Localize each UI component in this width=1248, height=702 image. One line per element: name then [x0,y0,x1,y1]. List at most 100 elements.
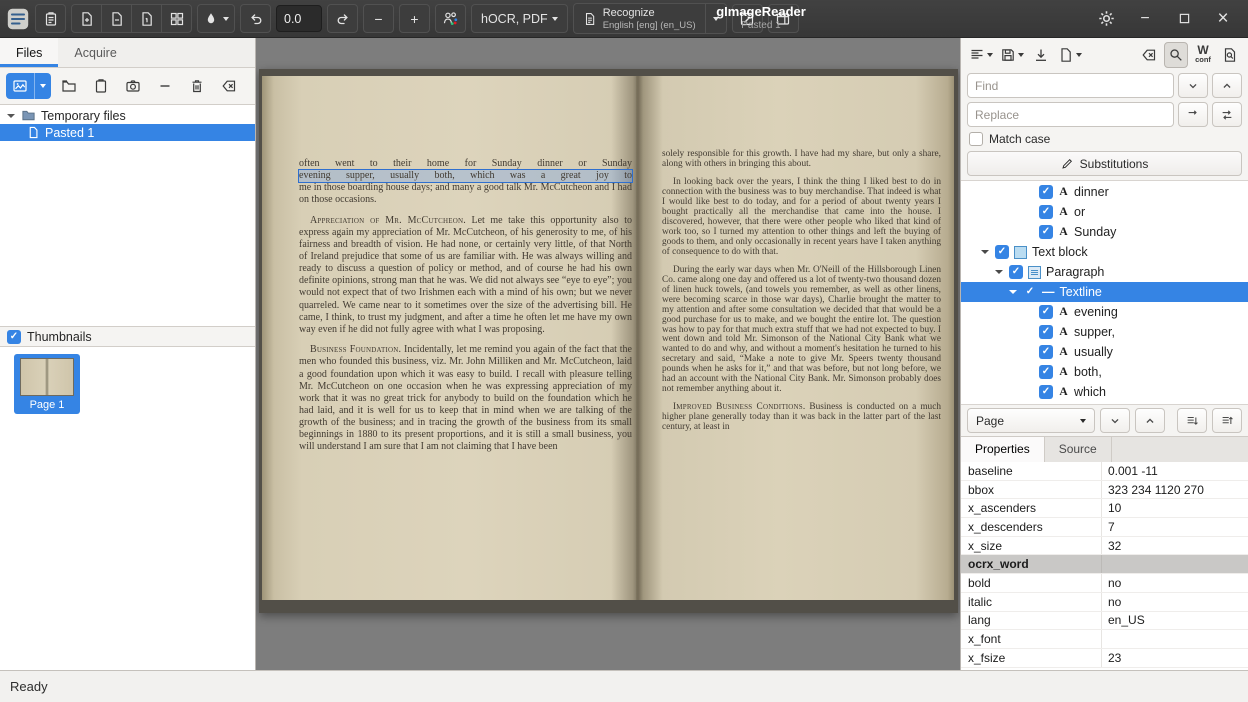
screenshot-button[interactable] [119,73,147,99]
maximize-button[interactable] [1173,8,1195,30]
delete-image-button[interactable] [183,73,211,99]
expander-icon[interactable] [6,114,16,118]
expand-all-button[interactable] [1177,408,1207,433]
property-row[interactable]: langen_US [961,612,1248,631]
hocr-tree[interactable]: ✓Adinner ✓Aor ✓ASunday ✓Text block ✓Para… [961,180,1248,404]
property-row[interactable]: x_descenders7 [961,518,1248,537]
tree-text-block[interactable]: ✓Text block [961,242,1248,262]
zoom-out-button[interactable]: − [363,4,394,33]
word-confidence-toggle[interactable]: Wconf [1191,42,1215,68]
property-row[interactable]: baseline0.001 -11 [961,462,1248,481]
property-row[interactable]: x_fsize23 [961,649,1248,668]
tree-word-usually[interactable]: ✓Ausually [961,342,1248,362]
item-checkbox[interactable]: ✓ [1009,265,1023,279]
next-item-button[interactable] [1100,408,1130,433]
item-checkbox[interactable]: ✓ [1039,185,1053,199]
replace-all-button[interactable] [1212,102,1242,127]
tab-source[interactable]: Source [1045,437,1112,462]
expander-icon[interactable] [979,250,990,254]
add-page-button[interactable] [71,4,102,33]
item-checkbox[interactable]: ✓ [1039,345,1053,359]
minimize-button[interactable]: − [1134,8,1156,30]
zoom-in-button[interactable]: + [399,4,430,33]
property-row[interactable]: x_size32 [961,537,1248,556]
expander-icon[interactable] [993,270,1004,274]
rotation-input[interactable] [276,5,322,32]
remove-page-button[interactable] [101,4,132,33]
highlighted-textline[interactable]: evening supper, usually both, which was … [299,170,632,182]
insert-mode-button[interactable] [967,42,995,68]
find-input[interactable] [967,73,1174,98]
item-checkbox[interactable]: ✓ [995,245,1009,259]
prev-item-button[interactable] [1135,408,1165,433]
item-checkbox[interactable]: ✓ [1039,325,1053,339]
property-row[interactable]: x_font [961,630,1248,649]
property-row[interactable]: bbox323 234 1120 270 [961,481,1248,500]
property-value[interactable]: 32 [1102,537,1248,555]
add-images-dropdown[interactable] [34,73,51,99]
item-checkbox[interactable]: ✓ [1023,285,1037,299]
tree-word-or[interactable]: ✓Aor [961,202,1248,222]
property-value[interactable]: 23 [1102,649,1248,667]
property-value[interactable]: 10 [1102,499,1248,517]
item-checkbox[interactable]: ✓ [1039,205,1053,219]
image-adjust-button[interactable] [197,4,235,33]
ocr-language-button[interactable] [435,4,466,33]
substitutions-button[interactable]: Substitutions [967,151,1242,176]
rotate-right-button[interactable] [327,4,358,33]
image-canvas[interactable]: often went to their home for Sunday dinn… [256,38,960,670]
titlebar[interactable]: − + hOCR, PDF Recognize English [eng] (e… [0,0,1248,38]
thumbnail-page-1[interactable]: Page 1 [14,354,80,414]
output-mode-dropdown[interactable]: hOCR, PDF [471,4,568,33]
thumbnails-list[interactable]: Page 1 [0,347,255,670]
page-grid-button[interactable] [161,4,192,33]
property-value[interactable]: 323 234 1120 270 [1102,481,1248,499]
tree-word-sunday[interactable]: ✓ASunday [961,222,1248,242]
property-value[interactable]: en_US [1102,612,1248,630]
settings-button[interactable] [1095,8,1117,30]
collapse-all-button[interactable] [1212,408,1242,433]
page-level-dropdown[interactable]: Page [967,408,1095,433]
tree-textline[interactable]: ✓—Textline [961,282,1248,302]
tree-word-dinner[interactable]: ✓Adinner [961,182,1248,202]
match-case-checkbox[interactable] [969,132,983,146]
remove-image-button[interactable] [151,73,179,99]
item-checkbox[interactable]: ✓ [1039,225,1053,239]
thumbnails-checkbox[interactable]: ✓ [7,330,21,344]
paste-button[interactable] [35,4,66,33]
property-value[interactable]: no [1102,574,1248,592]
tab-acquire[interactable]: Acquire [58,38,132,67]
item-checkbox[interactable]: ✓ [1039,385,1053,399]
tree-paragraph[interactable]: ✓Paragraph [961,262,1248,282]
clear-images-button[interactable] [215,73,243,99]
item-checkbox[interactable]: ✓ [1039,365,1053,379]
property-value[interactable] [1102,630,1248,648]
tree-item-temporary-files[interactable]: Temporary files [0,107,255,124]
item-checkbox[interactable]: ✓ [1039,305,1053,319]
property-row[interactable]: boldno [961,574,1248,593]
current-page-button[interactable] [131,4,162,33]
find-previous-button[interactable] [1212,73,1242,98]
clear-output-button[interactable] [1137,42,1161,68]
save-output-button[interactable] [998,42,1026,68]
find-next-button[interactable] [1178,73,1208,98]
tree-word-which[interactable]: ✓Awhich [961,382,1248,402]
match-case-row[interactable]: Match case [961,129,1248,149]
close-button[interactable]: × [1212,8,1234,30]
search-document-button[interactable] [1218,42,1242,68]
tab-properties[interactable]: Properties [961,437,1045,462]
replace-input[interactable] [967,102,1174,127]
property-row[interactable]: x_ascenders10 [961,499,1248,518]
property-row[interactable]: italicno [961,593,1248,612]
files-tree[interactable]: Temporary files Pasted 1 [0,104,255,326]
add-images-button[interactable] [6,73,51,99]
tree-item-pasted-1[interactable]: Pasted 1 [0,124,255,141]
thumbnails-toggle[interactable]: ✓ Thumbnails [0,326,255,347]
export-output-button[interactable] [1029,42,1053,68]
open-hocr-button[interactable] [1056,42,1084,68]
find-replace-toggle[interactable] [1164,42,1188,68]
property-value[interactable]: no [1102,593,1248,611]
property-value[interactable]: 0.001 -11 [1102,462,1248,480]
paste-image-button[interactable] [87,73,115,99]
tree-word-evening[interactable]: ✓Aevening [961,302,1248,322]
